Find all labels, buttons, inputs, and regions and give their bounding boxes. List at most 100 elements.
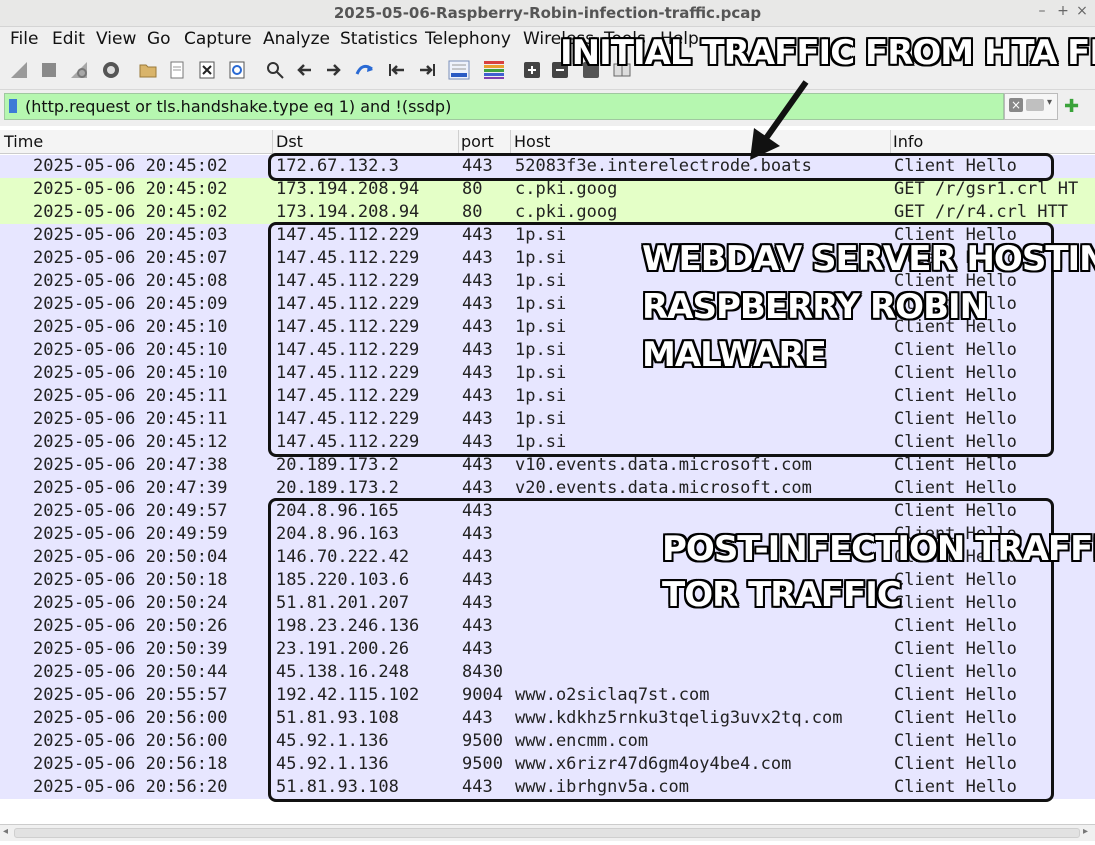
cell-time: 2025-05-06 20:50:18 — [33, 570, 228, 590]
apply-filter-icon[interactable] — [1026, 99, 1044, 111]
cell-port: 80 — [462, 202, 483, 222]
menu-analyze[interactable]: Analyze — [263, 29, 330, 49]
shark-fin-start-icon[interactable] — [8, 59, 30, 81]
close-button[interactable]: × — [1074, 3, 1090, 19]
cell-time: 2025-05-06 20:45:12 — [33, 432, 228, 452]
horizontal-scrollbar[interactable]: ◂ ▸ — [0, 824, 1095, 841]
display-filter-text: (http.request or tls.handshake.type eq 1… — [25, 97, 452, 116]
cell-time: 2025-05-06 20:45:11 — [33, 386, 228, 406]
cell-port: 443 — [462, 478, 493, 498]
menu-view[interactable]: View — [96, 29, 136, 49]
menu-statistics[interactable]: Statistics — [340, 29, 418, 49]
clear-filter-icon[interactable]: × — [1009, 98, 1023, 112]
cell-host: v20.events.data.microsoft.com — [515, 478, 812, 498]
column-separator[interactable] — [510, 130, 511, 153]
open-file-icon[interactable] — [137, 59, 159, 81]
cell-dst: 20.189.173.2 — [276, 455, 399, 475]
cell-time: 2025-05-06 20:45:10 — [33, 340, 228, 360]
colorize-icon[interactable] — [481, 59, 507, 81]
cell-time: 2025-05-06 20:50:44 — [33, 662, 228, 682]
scroll-right-icon[interactable]: ▸ — [1083, 826, 1088, 837]
annotation-initial-traffic: INITIAL TRAFFIC FROM HTA FILE — [559, 33, 1095, 73]
menu-telephony[interactable]: Telephony — [425, 29, 511, 49]
annotation-webdav-line1: WEBDAV SERVER HOSTING — [641, 239, 1095, 279]
table-row[interactable]: 2025-05-06 20:45:02 173.194.208.94 80 c.pki… — [0, 178, 1095, 201]
zoom-in-icon[interactable] — [521, 59, 543, 81]
cell-time: 2025-05-06 20:47:38 — [33, 455, 228, 475]
menu-go[interactable]: Go — [147, 29, 171, 49]
cell-time: 2025-05-06 20:50:04 — [33, 547, 228, 567]
cell-dst: 20.189.173.2 — [276, 478, 399, 498]
cell-port: 80 — [462, 179, 483, 199]
add-filter-button-icon[interactable]: ✚ — [1064, 96, 1079, 117]
column-separator[interactable] — [272, 130, 273, 153]
first-packet-icon[interactable] — [386, 59, 408, 81]
cell-time: 2025-05-06 20:56:18 — [33, 754, 228, 774]
cell-host: v10.events.data.microsoft.com — [515, 455, 812, 475]
last-packet-icon[interactable] — [416, 59, 438, 81]
cell-time: 2025-05-06 20:45:07 — [33, 248, 228, 268]
column-header-host[interactable]: Host — [514, 132, 550, 153]
reload-file-icon[interactable] — [226, 59, 248, 81]
cell-time: 2025-05-06 20:45:10 — [33, 317, 228, 337]
filter-controls: × ▾ — [1004, 93, 1058, 120]
packet-list-header: Time Dst port Host Info — [0, 130, 1095, 154]
window-title: 2025-05-06-Raspberry-Robin-infection-tra… — [333, 4, 762, 22]
menu-edit[interactable]: Edit — [52, 29, 85, 49]
save-file-icon[interactable] — [166, 59, 188, 81]
restart-capture-icon[interactable] — [68, 59, 90, 81]
maximize-button[interactable]: + — [1055, 3, 1071, 19]
cell-time: 2025-05-06 20:56:20 — [33, 777, 228, 797]
cell-time: 2025-05-06 20:45:10 — [33, 363, 228, 383]
column-header-time[interactable]: Time — [4, 132, 43, 153]
cell-time: 2025-05-06 20:56:00 — [33, 708, 228, 728]
column-header-info[interactable]: Info — [893, 132, 923, 153]
go-forward-icon[interactable] — [322, 59, 344, 81]
annotation-webdav-line3: MALWARE — [641, 335, 827, 375]
annotation-post-infection: POST-INFECTION TRAFFIC — [661, 529, 1095, 569]
cell-time: 2025-05-06 20:56:00 — [33, 731, 228, 751]
close-file-icon[interactable] — [196, 59, 218, 81]
cell-time: 2025-05-06 20:47:39 — [33, 478, 228, 498]
cell-time: 2025-05-06 20:45:02 — [33, 202, 228, 222]
table-row[interactable]: 2025-05-06 20:47:38 20.189.173.2 443 v10.ev… — [0, 454, 1095, 477]
go-back-icon[interactable] — [294, 59, 316, 81]
cell-time: 2025-05-06 20:49:57 — [33, 501, 228, 521]
cell-info: GET /r/gsr1.crl HT — [894, 179, 1079, 199]
column-header-port[interactable]: port — [461, 132, 494, 153]
annotation-tor-traffic: TOR TRAFFIC — [661, 575, 902, 615]
column-separator[interactable] — [890, 130, 891, 153]
column-separator[interactable] — [458, 130, 459, 153]
table-row[interactable]: 2025-05-06 20:47:39 20.189.173.2 443 v20.ev… — [0, 477, 1095, 500]
cell-time: 2025-05-06 20:45:11 — [33, 409, 228, 429]
go-to-packet-icon[interactable] — [354, 59, 376, 81]
cell-time: 2025-05-06 20:45:03 — [33, 225, 228, 245]
annotation-box-initial — [268, 153, 1054, 181]
auto-scroll-icon[interactable] — [446, 59, 472, 81]
cell-time: 2025-05-06 20:55:57 — [33, 685, 228, 705]
table-row[interactable]: 2025-05-06 20:45:02 173.194.208.94 80 c.pki… — [0, 201, 1095, 224]
scrollbar-thumb[interactable] — [14, 828, 1080, 838]
find-packet-icon[interactable] — [264, 59, 286, 81]
cell-time: 2025-05-06 20:50:24 — [33, 593, 228, 613]
cell-info: Client Hello — [894, 478, 1017, 498]
cell-host: c.pki.goog — [515, 179, 618, 199]
cell-time: 2025-05-06 20:45:02 — [33, 156, 228, 176]
cell-dst: 173.194.208.94 — [276, 202, 420, 222]
minimize-button[interactable]: – — [1034, 3, 1050, 19]
cell-time: 2025-05-06 20:50:26 — [33, 616, 228, 636]
filter-history-chevron-icon[interactable]: ▾ — [1047, 97, 1052, 108]
menu-file[interactable]: File — [10, 29, 38, 49]
scroll-left-icon[interactable]: ◂ — [3, 826, 8, 837]
column-header-dst[interactable]: Dst — [276, 132, 303, 153]
cell-time: 2025-05-06 20:49:59 — [33, 524, 228, 544]
stop-capture-icon[interactable] — [38, 59, 60, 81]
menu-capture[interactable]: Capture — [184, 29, 252, 49]
display-filter-input[interactable]: (http.request or tls.handshake.type eq 1… — [4, 93, 1004, 120]
capture-options-icon[interactable] — [100, 59, 122, 81]
display-filter-bar: (http.request or tls.handshake.type eq 1… — [0, 90, 1095, 126]
bookmark-icon[interactable] — [9, 99, 17, 113]
cell-host: c.pki.goog — [515, 202, 618, 222]
cell-info: Client Hello — [894, 455, 1017, 475]
cell-info: GET /r/r4.crl HTT — [894, 202, 1068, 222]
